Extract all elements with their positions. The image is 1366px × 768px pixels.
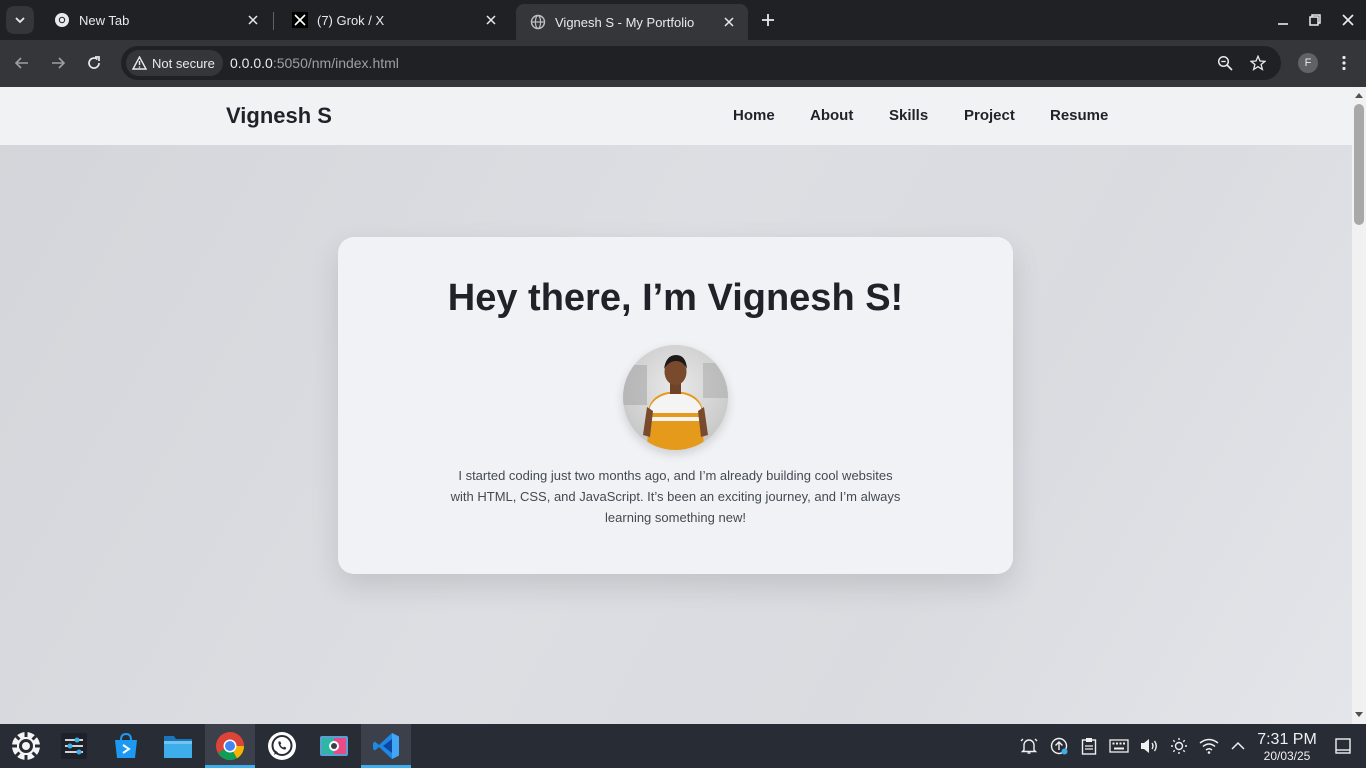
clock-time: 7:31 PM [1257, 731, 1317, 748]
scroll-thumb[interactable] [1354, 104, 1364, 225]
close-icon[interactable] [482, 11, 500, 29]
notifications-icon[interactable] [1019, 736, 1039, 756]
whatsapp-icon [268, 732, 296, 760]
page-viewport: Vignesh S Home About Skills Project Resu… [0, 87, 1352, 724]
warning-icon [132, 56, 147, 70]
volume-icon[interactable] [1139, 736, 1159, 756]
site-brand[interactable]: Vignesh S [226, 103, 332, 129]
chrome-icon [54, 12, 70, 28]
scroll-up-icon[interactable] [1355, 91, 1363, 99]
vscode-icon [373, 733, 399, 759]
tab-title: New Tab [79, 12, 130, 28]
site-info-chip[interactable]: Not secure [126, 50, 223, 76]
tab-grok[interactable]: (7) Grok / X [278, 4, 510, 36]
chrome-icon [216, 732, 245, 761]
browser-toolbar: Not secure 0.0.0.0:5050/nm/index.html F [0, 40, 1366, 87]
plus-icon [762, 14, 774, 26]
profile-initial: F [1304, 57, 1312, 69]
clock[interactable]: 7:31 PM 20/03/25 [1252, 731, 1322, 763]
nav-skills[interactable]: Skills [889, 107, 928, 124]
arrow-right-icon [52, 57, 66, 69]
nav-home[interactable]: Home [733, 107, 775, 124]
vscode-button[interactable] [361, 724, 411, 768]
menu-button[interactable] [1331, 50, 1357, 76]
tab-search-button[interactable] [6, 6, 34, 34]
whatsapp-button[interactable] [257, 724, 307, 768]
tab-separator [273, 12, 274, 30]
nav-project[interactable]: Project [964, 107, 1015, 124]
url-host: 0.0.0.0 [230, 55, 273, 71]
globe-icon [530, 14, 546, 30]
arrow-left-icon [14, 57, 28, 69]
tab-strip: New Tab (7) Grok / X Vignesh S - My Port… [0, 0, 1366, 40]
url-text[interactable]: 0.0.0.0:5050/nm/index.html [230, 55, 399, 71]
close-icon [1342, 14, 1354, 26]
scroll-down-icon[interactable] [1355, 711, 1363, 719]
system-settings-button[interactable] [49, 724, 99, 768]
system-settings-icon [61, 733, 87, 759]
site-navbar: Vignesh S Home About Skills Project Resu… [0, 87, 1352, 145]
profile-avatar[interactable]: F [1298, 53, 1318, 73]
file-manager-icon [164, 736, 192, 758]
back-button[interactable] [9, 50, 35, 76]
keyboard-icon[interactable] [1109, 736, 1129, 756]
store-button[interactable] [101, 724, 151, 768]
zoom-icon [1217, 55, 1233, 71]
show-desktop-icon[interactable] [1333, 736, 1353, 756]
minimize-icon [1278, 23, 1288, 25]
star-icon [1250, 55, 1266, 71]
clock-date: 20/03/25 [1263, 749, 1311, 763]
forward-button[interactable] [45, 50, 71, 76]
screenshot-button[interactable] [309, 724, 359, 768]
restore-button[interactable] [1303, 8, 1327, 32]
nav-resume[interactable]: Resume [1050, 107, 1108, 124]
wifi-icon[interactable] [1199, 736, 1219, 756]
hero-card: Hey there, I’m Vignesh S! I started codi… [338, 237, 1013, 574]
tab-title: (7) Grok / X [317, 12, 385, 28]
store-icon [115, 732, 137, 758]
url-path: :5050/nm/index.html [272, 55, 399, 71]
close-icon[interactable] [720, 13, 738, 31]
reload-icon [88, 56, 100, 69]
profile-photo [623, 345, 728, 450]
tab-portfolio[interactable]: Vignesh S - My Portfolio [516, 4, 748, 40]
tab-new-tab[interactable]: New Tab [40, 4, 272, 36]
new-tab-button[interactable] [756, 8, 780, 32]
address-bar[interactable]: Not secure 0.0.0.0:5050/nm/index.html [121, 46, 1281, 80]
tray-expand-icon[interactable] [1228, 736, 1248, 756]
clipboard-icon[interactable] [1079, 736, 1099, 756]
close-window-button[interactable] [1336, 8, 1360, 32]
brightness-icon[interactable] [1169, 736, 1189, 756]
minimize-button[interactable] [1271, 8, 1295, 32]
tab-title: Vignesh S - My Portfolio [555, 14, 695, 30]
security-label: Not secure [152, 55, 215, 71]
bookmark-button[interactable] [1247, 52, 1269, 74]
zoom-button[interactable] [1214, 52, 1236, 74]
x-logo-icon [292, 12, 308, 28]
app-launcher-button[interactable] [1, 724, 51, 768]
page-scrollbar[interactable] [1352, 87, 1366, 724]
reload-button[interactable] [81, 50, 107, 76]
chrome-taskbar-button[interactable] [205, 724, 255, 768]
hero-description: I started coding just two months ago, an… [450, 468, 901, 525]
chevron-down-icon [15, 17, 25, 24]
updates-icon[interactable] [1049, 736, 1069, 756]
app-launcher-icon [12, 732, 40, 760]
nav-about[interactable]: About [810, 107, 853, 124]
restore-icon [1309, 14, 1321, 26]
close-icon[interactable] [244, 11, 262, 29]
taskbar: 7:31 PM 20/03/25 [0, 724, 1366, 768]
screenshot-icon [320, 736, 348, 756]
kebab-menu-icon [1342, 55, 1346, 71]
file-manager-button[interactable] [153, 724, 203, 768]
hero-title: Hey there, I’m Vignesh S! [447, 277, 904, 319]
